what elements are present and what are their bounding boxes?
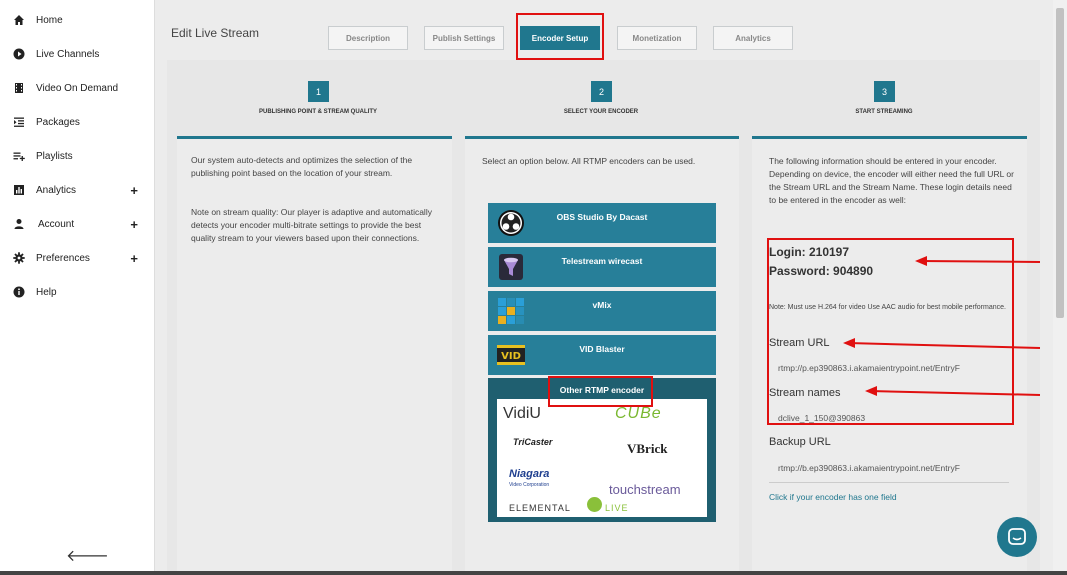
other-rtmp-encoder-option[interactable]: Other RTMP encoder VidiU CUBe TriCaster …: [488, 378, 716, 522]
cube-logo: CUBe: [615, 405, 662, 422]
info-icon: [12, 285, 26, 299]
sidebar-item-playlists[interactable]: Playlists: [12, 146, 142, 166]
elemental-leaf-icon: [587, 497, 602, 512]
film-icon: [12, 81, 26, 95]
vbrick-logo: VBrick: [627, 441, 668, 456]
list-indent-icon: [12, 115, 26, 129]
home-icon: [12, 13, 26, 27]
encoder-option-label: vMix: [592, 300, 612, 310]
sidebar-item-help[interactable]: Help: [12, 282, 142, 302]
step-label-1: PUBLISHING POINT & STREAM QUALITY: [258, 109, 377, 115]
playlist-add-icon: [12, 149, 26, 163]
elemental-logo: ELEMENTAL: [509, 503, 571, 513]
touchstream-logo: touchstream: [609, 482, 681, 497]
expand-plus-icon[interactable]: +: [130, 251, 138, 266]
sidebar-item-label: Preferences: [36, 252, 90, 264]
divider: [769, 482, 1009, 483]
encoder-option-vidblaster[interactable]: VID VID Blaster: [488, 335, 716, 375]
stream-name-value[interactable]: dclive_1_150@390863: [778, 413, 865, 423]
encoder-option-vmix[interactable]: vMix: [488, 291, 716, 331]
step-number-1: 1: [308, 81, 329, 102]
main-content: Edit Live Stream Description Publish Set…: [155, 0, 1067, 575]
sidebar-item-preferences[interactable]: Preferences +: [12, 248, 142, 268]
gear-icon: [12, 251, 26, 265]
niagara-logo: Niagara: [509, 468, 550, 480]
page-scrollbar[interactable]: [1053, 0, 1067, 575]
chat-bubble-icon: [1008, 528, 1026, 545]
encoder-option-label: VID Blaster: [579, 344, 625, 354]
expand-plus-icon[interactable]: +: [130, 183, 138, 198]
encoder-option-wirecast[interactable]: Telestream wirecast: [488, 247, 716, 287]
step-label-3: START STREAMING: [855, 109, 913, 115]
annotation-arrows: [843, 256, 1041, 396]
sidebar-item-label: Live Channels: [36, 48, 100, 60]
sidebar-item-label: Video On Demand: [36, 82, 119, 94]
step-label-2: SELECT YOUR ENCODER: [563, 109, 639, 115]
tricaster-logo: TriCaster: [513, 437, 553, 447]
scrollbar-thumb[interactable]: [1056, 8, 1064, 318]
sidebar-item-label: Packages: [36, 116, 80, 128]
page-title: Edit Live Stream: [171, 26, 260, 40]
rtmp-encoder-logos: VidiU CUBe TriCaster VBrick Niagara Vide…: [497, 399, 707, 517]
stream-names-label: Stream names: [769, 387, 841, 399]
encoder-option-label: Telestream wirecast: [561, 256, 643, 266]
sidebar-item-label: Home: [36, 14, 63, 26]
user-icon: [12, 217, 26, 231]
obs-logo-icon: [496, 208, 526, 238]
sidebar-item-label: Account: [38, 218, 75, 230]
stream-url-label: Stream URL: [769, 337, 830, 349]
publishing-point-column: Our system auto-detects and optimizes th…: [177, 136, 452, 575]
quality-note-text: Note on stream quality: Our player is ad…: [191, 207, 432, 243]
tab-description[interactable]: Description: [328, 26, 408, 50]
sidebar-item-label: Analytics: [36, 184, 77, 196]
encoder-intro-text: Select an option below. All RTMP encoder…: [482, 156, 696, 166]
vidiu-logo: VidiU: [503, 405, 541, 422]
vmix-logo-icon: [496, 296, 526, 326]
sidebar-item-video-on-demand[interactable]: Video On Demand: [12, 78, 142, 98]
step-number-2: 2: [591, 81, 612, 102]
tab-analytics[interactable]: Analytics: [713, 26, 793, 50]
expand-plus-icon[interactable]: +: [130, 217, 138, 232]
backup-url-label: Backup URL: [769, 436, 831, 448]
sidebar-item-account[interactable]: Account +: [12, 214, 142, 234]
streaming-intro-text: The following information should be ente…: [769, 156, 1014, 205]
encoder-option-label: OBS Studio By Dacast: [556, 212, 648, 222]
svg-text:VID: VID: [501, 351, 521, 362]
tab-publish-settings[interactable]: Publish Settings: [424, 26, 504, 50]
play-circle-icon: [12, 47, 26, 61]
sidebar-item-label: Help: [36, 286, 57, 298]
sidebar-item-packages[interactable]: Packages: [12, 112, 142, 132]
bottom-edge: [0, 571, 1067, 575]
backup-url-value[interactable]: rtmp://b.ep390863.i.akamaientrypoint.net…: [778, 463, 960, 473]
bar-chart-icon: [12, 183, 26, 197]
tab-monetization[interactable]: Monetization: [617, 26, 697, 50]
tab-encoder-setup[interactable]: Encoder Setup: [520, 26, 600, 50]
autodetect-text: Our system auto-detects and optimizes th…: [191, 155, 413, 178]
sidebar-item-label: Playlists: [36, 150, 73, 162]
collapse-sidebar-arrow-icon[interactable]: 🡐: [66, 545, 109, 566]
wirecast-logo-icon: [496, 252, 526, 282]
other-rtmp-title: Other RTMP encoder: [559, 385, 645, 395]
elemental-live-logo: LIVE: [605, 503, 629, 513]
vidblaster-logo-icon: VID: [496, 340, 526, 370]
chat-support-button[interactable]: [997, 517, 1037, 557]
niagara-subtitle: Video Corporation: [509, 482, 550, 488]
sidebar-item-home[interactable]: Home: [12, 10, 142, 30]
sidebar-item-live-channels[interactable]: Live Channels: [12, 44, 142, 64]
step-number-3: 3: [874, 81, 895, 102]
sidebar: Home Live Channels Video On Demand Packa…: [0, 0, 155, 575]
encoder-option-obs[interactable]: OBS Studio By Dacast: [488, 203, 716, 243]
sidebar-item-analytics[interactable]: Analytics +: [12, 180, 142, 200]
one-field-link[interactable]: Click if your encoder has one field: [769, 492, 897, 502]
